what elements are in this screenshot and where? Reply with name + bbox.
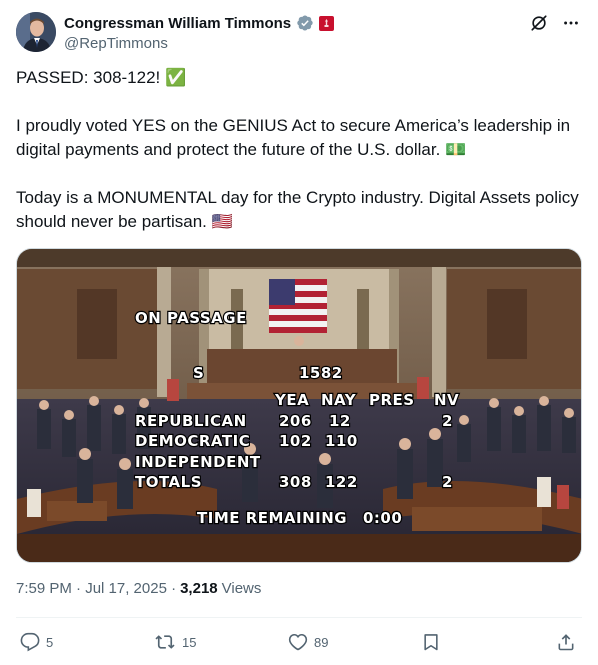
views-count: 3,218	[180, 580, 218, 597]
vote-board-row-yea: 206	[279, 412, 312, 430]
author-block: Congressman William Timmons @RepTimmons	[64, 13, 335, 52]
vote-board-time-label: TIME REMAINING	[197, 509, 347, 527]
divider	[16, 617, 582, 618]
repost-icon	[154, 632, 176, 652]
heart-icon	[288, 632, 308, 652]
post-meta: 7:59 PM · Jul 17, 2025 · 3,218 Views	[16, 580, 261, 597]
bookmark-button[interactable]	[421, 628, 441, 656]
repost-count: 15	[182, 634, 197, 650]
share-icon	[556, 632, 576, 652]
vote-board-row-label: TOTALS	[135, 473, 202, 491]
verified-badge-icon[interactable]	[296, 14, 314, 32]
government-affiliation-icon[interactable]	[319, 15, 335, 31]
post-text: PASSED: 308-122! ✅ I proudly voted YES o…	[16, 66, 582, 234]
post-header: Congressman William Timmons @RepTimmons	[16, 12, 582, 56]
vote-board-row-nay: 110	[325, 432, 358, 450]
vote-board-bill-prefix: S	[193, 364, 204, 382]
repost-button[interactable]: 15	[154, 628, 196, 656]
post-line-monumental: Today is a MONUMENTAL day for the Crypto…	[16, 188, 579, 231]
grok-icon[interactable]	[528, 12, 550, 34]
vote-board-row-nay: 12	[329, 412, 351, 430]
post-image[interactable]: ON PASSAGE S 1582 YEA NAY PRES NV REPUBL…	[16, 248, 582, 563]
post-line-passed: PASSED: 308-122! ✅	[16, 68, 187, 87]
like-button[interactable]: 89	[288, 628, 328, 656]
vote-board-row-nv: 2	[442, 473, 453, 491]
reply-icon	[20, 632, 40, 652]
avatar[interactable]	[16, 12, 56, 52]
vote-board-header-nv: NV	[434, 391, 459, 409]
views-label: Views	[221, 580, 262, 597]
post-line-genius-act: I proudly voted YES on the GENIUS Act to…	[16, 116, 571, 159]
post-timestamp[interactable]: 7:59 PM · Jul 17, 2025 ·	[16, 580, 176, 597]
vote-board-row-yea: 308	[279, 473, 312, 491]
vote-board-header-pres: PRES	[369, 391, 415, 409]
reply-button[interactable]: 5	[20, 628, 53, 656]
bookmark-icon	[421, 632, 441, 652]
vote-board-bill-number: 1582	[299, 364, 343, 382]
vote-board-row-nv: 2	[442, 412, 453, 430]
vote-board-row-nay: 122	[325, 473, 358, 491]
vote-board-title: ON PASSAGE	[135, 309, 247, 327]
header-actions	[528, 12, 582, 34]
vote-board-time-value: 0:00	[363, 509, 402, 527]
user-handle[interactable]: @RepTimmons	[64, 35, 334, 52]
vote-board-header-yea: YEA	[274, 391, 309, 409]
reply-count: 5	[46, 634, 54, 650]
more-options-icon[interactable]	[560, 12, 582, 34]
vote-board-row-label: REPUBLICAN	[135, 412, 247, 430]
vote-board-row-label: DEMOCRATIC	[135, 432, 250, 450]
share-button[interactable]	[556, 628, 576, 656]
like-count: 89	[314, 634, 329, 650]
action-bar: 5 15 89	[16, 628, 582, 658]
vote-board-row-label: INDEPENDENT	[135, 453, 261, 471]
vote-board-row-yea: 102	[279, 432, 312, 450]
display-name[interactable]: Congressman William Timmons	[64, 15, 291, 32]
vote-board-header-nay: NAY	[321, 391, 357, 409]
